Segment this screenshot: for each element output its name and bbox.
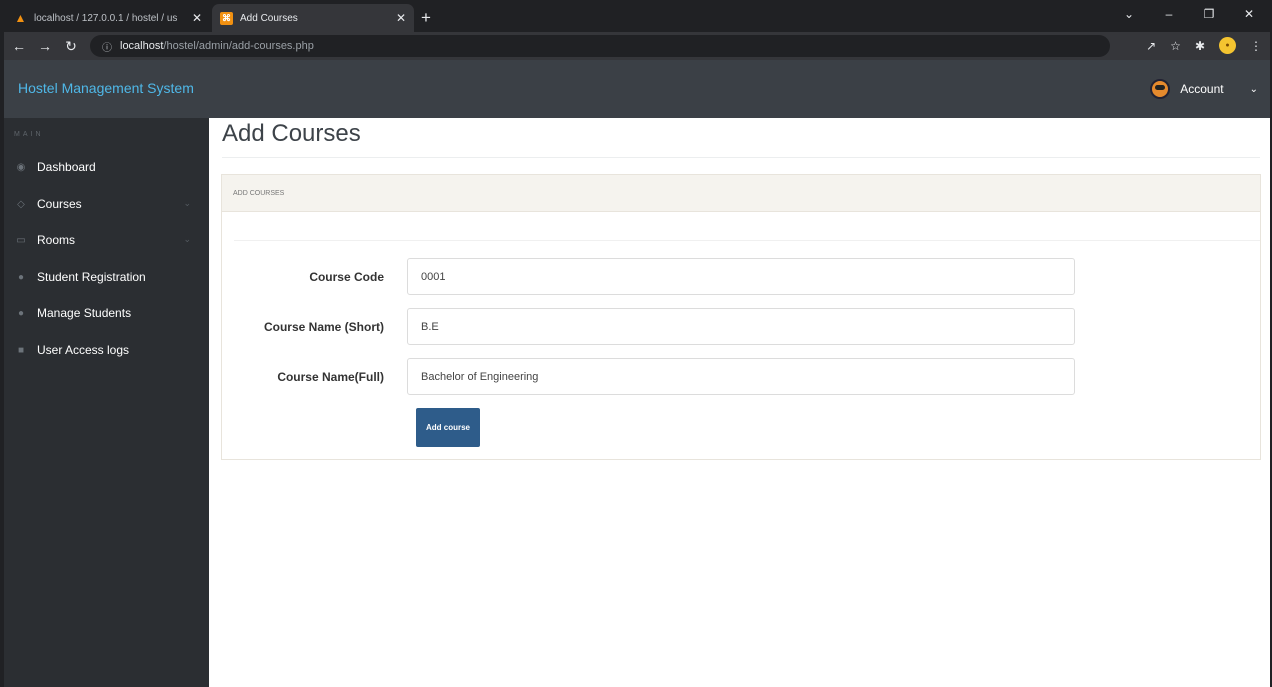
url-path: /hostel/admin/add-courses.php — [163, 40, 314, 52]
tab-search-icon[interactable]: ⌄ — [1122, 7, 1136, 21]
sidebar-item-student-registration[interactable]: ● Student Registration — [4, 262, 209, 292]
brand-title[interactable]: Hostel Management System — [18, 80, 194, 96]
panel-heading: ADD COURSES — [222, 175, 1260, 212]
page-title: Add Courses — [222, 120, 361, 147]
add-course-button[interactable]: Add course — [416, 408, 480, 447]
chevron-down-icon: ⌄ — [183, 198, 191, 208]
course-short-name-label: Course Name (Short) — [263, 320, 384, 334]
tab-strip: ▲ localhost / 127.0.0.1 / hostel / us ✕ … — [4, 4, 1270, 32]
sidebar-item-label: Manage Students — [37, 306, 132, 320]
tab-add-courses[interactable]: ⌘ Add Courses ✕ — [212, 4, 414, 32]
new-tab-button[interactable]: + — [416, 8, 436, 28]
form-row-course-full: Course Name(Full) Bachelor of Engineerin… — [222, 358, 1262, 396]
course-full-name-input[interactable]: Bachelor of Engineering — [407, 358, 1075, 395]
browser-window: ▲ localhost / 127.0.0.1 / hostel / us ✕ … — [4, 4, 1270, 687]
chevron-down-icon: ⌄ — [1249, 83, 1258, 95]
maximize-icon[interactable]: ❐ — [1202, 7, 1216, 21]
users-icon: ● — [17, 307, 25, 319]
sidebar-item-label: User Access logs — [37, 343, 130, 357]
phpmyadmin-icon: ▲ — [14, 11, 27, 25]
file-icon: ■ — [17, 344, 25, 356]
form-row-course-short: Course Name (Short) B.E — [222, 308, 1262, 346]
dashboard-icon: ◉ — [16, 161, 26, 173]
app-header: Hostel Management System Account ⌄ — [4, 60, 1270, 118]
panel-divider — [234, 240, 1260, 241]
xampp-icon: ⌘ — [220, 11, 233, 25]
courses-icon: ◇ — [17, 198, 25, 210]
close-icon[interactable]: ✕ — [396, 11, 406, 25]
url-bar[interactable]: ⓘ localhost /hostel/admin/add-courses.ph… — [90, 35, 1110, 57]
course-full-name-label: Course Name(Full) — [277, 370, 384, 384]
account-menu[interactable]: Account ⌄ — [1150, 79, 1258, 99]
close-window-icon[interactable]: ✕ — [1242, 7, 1256, 21]
course-code-label: Course Code — [309, 270, 384, 284]
user-icon: ● — [17, 271, 25, 283]
tab-title: localhost / 127.0.0.1 / hostel / us — [34, 12, 178, 24]
account-label: Account — [1180, 82, 1224, 96]
sidebar-section-label: MAIN — [14, 131, 44, 138]
sidebar-item-courses[interactable]: ◇ Courses ⌄ — [4, 189, 209, 219]
close-icon[interactable]: ✕ — [192, 11, 202, 25]
title-divider — [222, 157, 1260, 158]
sidebar-item-rooms[interactable]: ▭ Rooms ⌄ — [4, 225, 209, 255]
window-controls: ⌄ – ❐ ✕ — [1122, 7, 1270, 21]
share-icon[interactable]: ↗ — [1146, 39, 1156, 53]
add-courses-panel: ADD COURSES Course Code 0001 Course Name… — [221, 174, 1261, 460]
chevron-down-icon: ⌄ — [183, 234, 191, 244]
url-host: localhost — [120, 40, 164, 52]
course-code-input[interactable]: 0001 — [407, 258, 1075, 295]
sidebar-item-label: Courses — [37, 197, 82, 211]
rooms-icon: ▭ — [16, 234, 26, 246]
info-icon[interactable]: ⓘ — [102, 39, 112, 54]
reload-icon[interactable]: ↻ — [60, 38, 82, 55]
avatar — [1150, 79, 1171, 99]
sidebar-item-manage-students[interactable]: ● Manage Students — [4, 298, 209, 328]
course-short-name-input[interactable]: B.E — [407, 308, 1075, 345]
form-row-course-code: Course Code 0001 — [222, 258, 1262, 296]
menu-kebab-icon[interactable]: ⋮ — [1250, 39, 1262, 53]
extensions-icon[interactable]: ✱ — [1195, 39, 1205, 53]
back-icon[interactable]: ← — [8, 38, 30, 54]
browser-toolbar: ← → ↻ ⓘ localhost /hostel/admin/add-cour… — [4, 32, 1270, 60]
forward-icon[interactable]: → — [34, 38, 56, 54]
toolbar-icons: ↗ ☆ ✱ ● ⋮ — [1146, 37, 1262, 54]
tab-title: Add Courses — [240, 12, 298, 24]
sidebar-item-label: Rooms — [37, 233, 76, 247]
bookmark-star-icon[interactable]: ☆ — [1170, 39, 1181, 53]
sidebar: MAIN ◉ Dashboard ◇ Courses ⌄ ▭ Rooms ⌄ ●… — [4, 118, 209, 687]
sidebar-item-user-access-logs[interactable]: ■ User Access logs — [4, 335, 209, 365]
minimize-icon[interactable]: – — [1162, 7, 1176, 21]
sidebar-item-dashboard[interactable]: ◉ Dashboard — [4, 152, 209, 182]
profile-avatar-icon[interactable]: ● — [1219, 37, 1236, 54]
sidebar-item-label: Student Registration — [37, 270, 146, 284]
sidebar-item-label: Dashboard — [37, 160, 96, 174]
tab-phpmyadmin[interactable]: ▲ localhost / 127.0.0.1 / hostel / us ✕ — [6, 4, 210, 32]
